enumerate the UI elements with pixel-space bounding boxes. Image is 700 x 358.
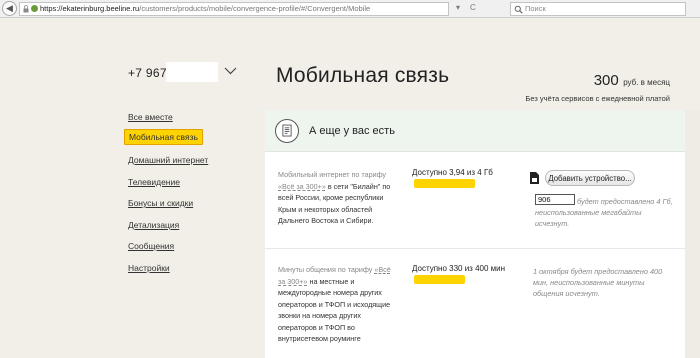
internet-note: будет предоставлено 4 Гб, неиспользованн…: [535, 197, 673, 228]
add-device-button[interactable]: Добавить устройство...: [545, 170, 635, 186]
reload-icon[interactable]: C: [470, 3, 476, 12]
minutes-description: Минуты общения по тарифу «Всё за 300+» н…: [278, 264, 398, 345]
sidebar-item-bonuses[interactable]: Бонусы и скидки: [128, 198, 193, 208]
sidebar-item-home-internet[interactable]: Домашний интернет: [128, 155, 208, 165]
dropdown-icon[interactable]: ▾: [456, 3, 460, 12]
back-icon[interactable]: ◀: [2, 1, 17, 16]
internet-tariff-link[interactable]: «Всё за 300+»: [278, 182, 326, 191]
internet-available: Доступно 3,94 из 4 Гб: [412, 168, 493, 177]
price-unit: руб. в месяц: [623, 78, 670, 87]
sidebar-item-tv[interactable]: Телевидение: [128, 177, 180, 187]
minutes-available: Доступно 330 из 400 мин: [412, 264, 506, 273]
minutes-note: 1 октября будет предоставлено 400 мин, н…: [533, 267, 663, 298]
page-title: Мобильная связь: [276, 64, 450, 87]
address-bar[interactable]: https://ekaterinburg.beeline.ru/customer…: [19, 2, 449, 16]
site-info-icon[interactable]: [31, 5, 38, 12]
sim-card-icon: [530, 172, 539, 184]
page-edge: [685, 110, 700, 358]
url-path: /customers/products/mobile/convergence-p…: [139, 4, 371, 13]
search-input[interactable]: Поиск: [510, 2, 686, 16]
price: 300 руб. в месяц: [594, 72, 670, 90]
row-divider: [265, 248, 685, 249]
lock-icon: [23, 5, 29, 13]
sidebar-item-messages[interactable]: Сообщения: [128, 241, 174, 251]
price-value: 300: [593, 72, 619, 89]
panel-header: А еще у вас есть: [265, 110, 685, 152]
minutes-rest: на местные и междугородные номера других…: [278, 276, 391, 344]
url-host: https://ekaterinburg.beeline.ru: [40, 4, 140, 13]
browser-toolbar: ◀ https://ekaterinburg.beeline.ru/custom…: [0, 0, 700, 18]
document-list-icon: [275, 119, 299, 143]
sidebar-item-all-together[interactable]: Все вместе: [128, 112, 173, 122]
panel-title: А еще у вас есть: [309, 125, 395, 137]
sidebar-item-mobile[interactable]: Мобильная связь: [124, 129, 203, 145]
internet-lead: Мобильный интернет по тарифу: [278, 170, 387, 179]
sidebar-item-details[interactable]: Детализация: [128, 220, 179, 230]
search-placeholder: Поиск: [525, 4, 546, 13]
minutes-lead: Минуты общения по тарифу: [278, 265, 373, 274]
price-note: Без учёта сервисов с ежедневной платой: [525, 94, 670, 103]
services-panel: А еще у вас есть Мобильный интернет по т…: [265, 110, 685, 358]
minutes-progress-bar: [414, 275, 465, 284]
internet-progress-bar: [414, 179, 475, 188]
phone-number: +7 967: [128, 66, 167, 80]
internet-description: Мобильный интернет по тарифу «Всё за 300…: [278, 169, 398, 227]
phone-mask: [166, 62, 218, 82]
sidebar-item-settings[interactable]: Настройки: [128, 263, 170, 273]
chevron-down-icon[interactable]: [224, 67, 237, 75]
search-icon: [514, 5, 523, 14]
